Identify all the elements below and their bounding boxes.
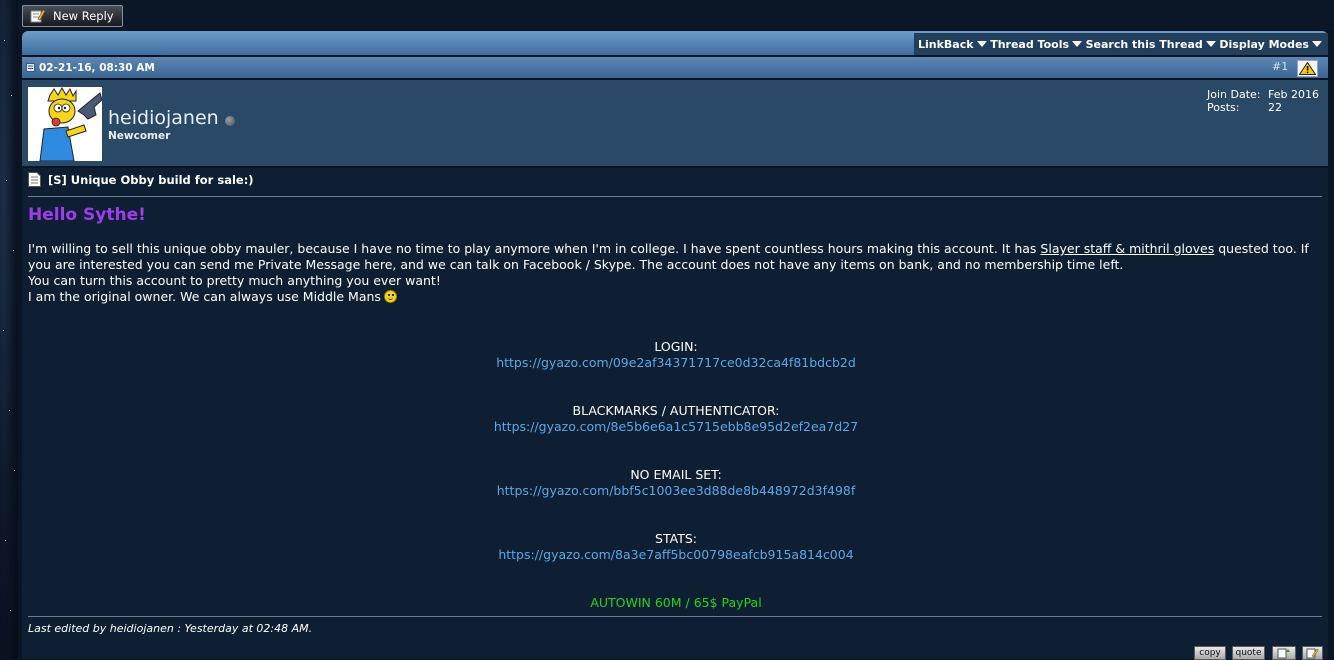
quote-button[interactable]: quote (1232, 646, 1265, 660)
smiley-icon (383, 290, 397, 303)
user-avatar[interactable] (28, 87, 102, 161)
underlined-text: Slayer staff & mithril gloves (1040, 241, 1215, 256)
body-text-3: You can turn this account to pretty much… (28, 273, 441, 288)
price-text: AUTOWIN 60M / 65$ PayPal (590, 595, 762, 610)
user-stats: Join Date: Feb 2016 Posts: 22 (1207, 88, 1319, 114)
post-number-link[interactable]: #1 (1272, 60, 1288, 73)
section-link[interactable]: https://gyazo.com/bbf5c1003ee3d88de8b448… (28, 483, 1324, 499)
section-heading: STATS: (655, 531, 697, 546)
post-title: [S] Unique Obby build for sale:) (28, 172, 254, 187)
starfield-background (0, 0, 18, 659)
warning-icon (1299, 62, 1316, 75)
new-reply-icon (30, 9, 45, 23)
section-link[interactable]: https://gyazo.com/8e5b6e6a1c5715ebb8e95d… (28, 419, 1324, 435)
join-date-value: Feb 2016 (1268, 88, 1319, 101)
section-heading: BLACKMARKS / AUTHENTICATOR: (572, 403, 780, 418)
thread-tools-menu[interactable]: Thread Tools (990, 38, 1083, 51)
avatar-image (28, 87, 102, 161)
section-blackmarks: BLACKMARKS / AUTHENTICATOR: https://gyaz… (28, 403, 1324, 435)
dropdown-arrow-icon (1205, 41, 1216, 47)
dropdown-arrow-icon (1072, 41, 1083, 47)
edit-post-button[interactable] (1302, 646, 1323, 660)
multi-quote-icon (1277, 648, 1290, 658)
last-edited-note: Last edited by heidiojanen : Yesterday a… (28, 622, 313, 635)
multi-quote-button[interactable] (1272, 646, 1296, 660)
thread-tools-bar: LinkBack Thread Tools Search this Thread… (914, 33, 1328, 55)
section-heading: NO EMAIL SET: (630, 467, 722, 482)
dropdown-arrow-icon (976, 41, 987, 47)
user-rank: Newcomer (108, 130, 171, 142)
new-reply-button[interactable]: New Reply (22, 5, 123, 27)
body-text-4: I am the original owner. We can always u… (28, 289, 381, 304)
search-thread-menu[interactable]: Search this Thread (1086, 38, 1216, 51)
section-login: LOGIN: https://gyazo.com/09e2af34371717c… (28, 339, 1324, 371)
linkback-menu[interactable]: LinkBack (918, 38, 987, 51)
title-divider (28, 196, 1322, 197)
body-text-1: I'm willing to sell this unique obby mau… (28, 241, 1041, 256)
section-stats: STATS: https://gyazo.com/8a3e7aff5bc0079… (28, 531, 1324, 563)
document-icon (28, 172, 41, 187)
post-status-icon (26, 63, 35, 72)
post-title-text: [S] Unique Obby build for sale:) (48, 172, 254, 187)
section-no-email: NO EMAIL SET: https://gyazo.com/bbf5c100… (28, 467, 1324, 499)
report-post-button[interactable] (1297, 60, 1318, 77)
posts-value: 22 (1268, 101, 1282, 114)
edit-icon (1306, 648, 1319, 658)
dropdown-arrow-icon (1311, 41, 1322, 47)
username-link[interactable]: heidiojanen (108, 107, 219, 129)
post-date-bar: 02-21-16, 08:30 AM (22, 57, 1328, 78)
copy-button[interactable]: copy (1194, 646, 1226, 660)
section-link[interactable]: https://gyazo.com/8a3e7aff5bc00798eafcb9… (28, 547, 1324, 563)
new-reply-label: New Reply (53, 9, 114, 23)
post-date: 02-21-16, 08:30 AM (39, 61, 155, 74)
post-greeting: Hello Sythe! (28, 205, 146, 225)
section-heading: LOGIN: (654, 339, 698, 354)
posts-label: Posts: (1207, 101, 1240, 114)
offline-status-icon (225, 116, 235, 126)
post-body: I'm willing to sell this unique obby mau… (28, 241, 1324, 305)
footer-divider (28, 616, 1322, 617)
display-modes-menu[interactable]: Display Modes (1219, 38, 1322, 51)
section-link[interactable]: https://gyazo.com/09e2af34371717ce0d32ca… (28, 355, 1324, 371)
top-bar (18, 0, 1334, 30)
join-date-label: Join Date: (1207, 88, 1261, 101)
